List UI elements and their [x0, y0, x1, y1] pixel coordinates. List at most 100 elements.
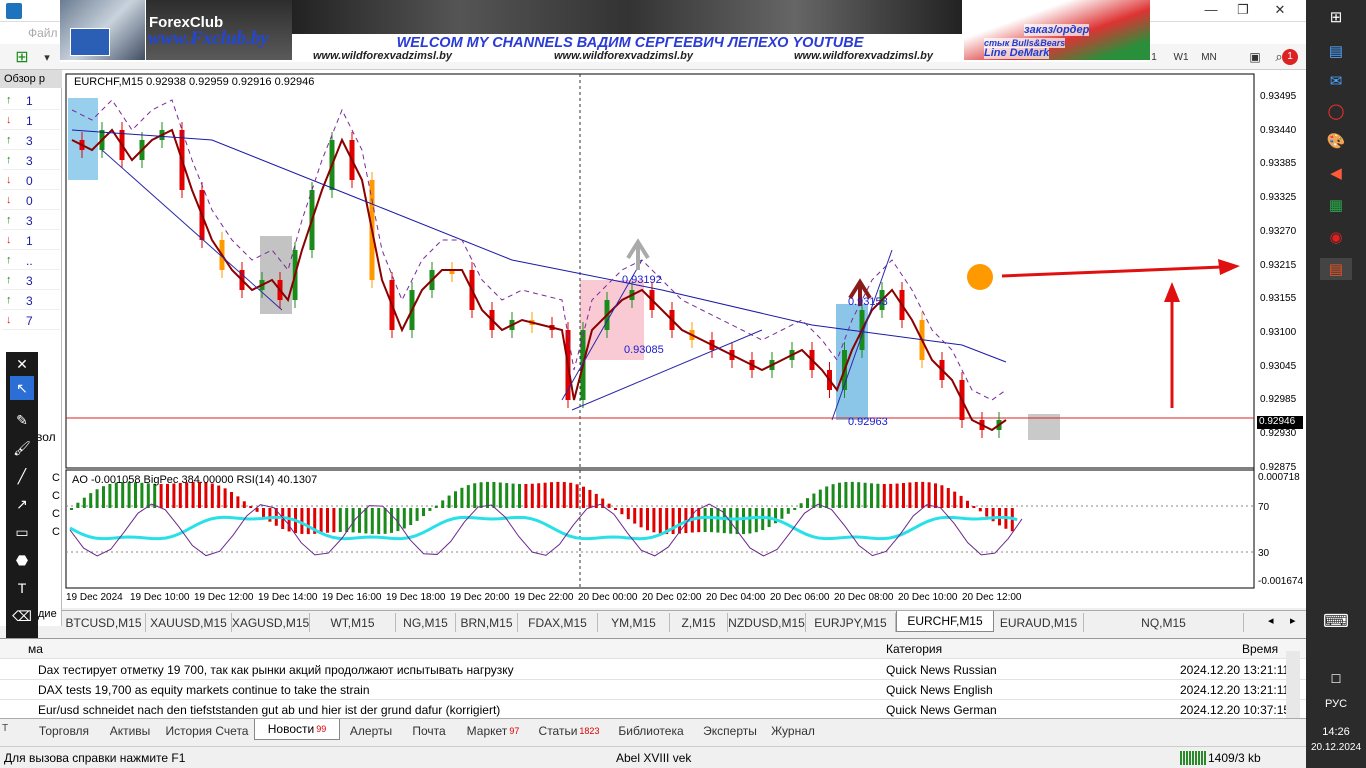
pencil-icon[interactable]: ✎ — [10, 408, 34, 432]
chart-window[interactable]: EURCHF,M15 0.92938 0.92959 0.92916 0.929… — [62, 70, 1306, 608]
tabs-scroll-left-icon[interactable]: ◂ — [1268, 614, 1274, 627]
market-watch-row[interactable]: ↑ 3 — [2, 272, 60, 290]
symbol-tab[interactable]: EURJPY,M15 — [806, 613, 896, 632]
ray-icon[interactable]: ↗ — [10, 492, 34, 516]
news-header-category[interactable]: Категория — [886, 642, 942, 656]
line-icon[interactable]: ╱ — [10, 464, 34, 488]
status-traffic: 1409/3 kb — [1208, 751, 1261, 765]
symbol-tab[interactable]: XAGUSD,M15 — [232, 613, 310, 632]
outlook-icon[interactable]: ✉ — [1320, 70, 1352, 92]
restore-button[interactable]: ❐ — [1228, 2, 1258, 20]
banner-order3: Line DeMark — [984, 47, 1050, 59]
direction-icon: ↑ — [6, 294, 12, 306]
news-row[interactable]: Dax тестирует отметку 19 700, так как ры… — [0, 660, 1306, 680]
news-row[interactable]: Eur/usd schneidet nach den tiefststanden… — [0, 700, 1306, 720]
symbol-tab[interactable]: Z,M15 — [670, 613, 728, 632]
market-watch-row[interactable]: ↑ 1 — [2, 92, 60, 110]
close-panel-icon[interactable]: ✕ — [10, 352, 34, 376]
language-indicator[interactable]: РУС — [1320, 698, 1352, 710]
terminal-tab-label: Торговля — [38, 723, 90, 738]
market-watch-value: 7 — [26, 314, 33, 328]
time-axis-label: 20 Dec 00:00 — [578, 592, 638, 603]
symbol-tab[interactable]: EURAUD,M15 — [994, 613, 1084, 632]
news-time: 2024.12.20 13:21:11 — [1180, 683, 1290, 697]
paint-icon[interactable]: 🎨 — [1320, 130, 1352, 152]
notification-badge[interactable]: 1 — [1282, 49, 1298, 65]
terminal-tab[interactable]: Эксперты — [694, 721, 766, 740]
news-header-time[interactable]: Время — [1242, 642, 1278, 656]
network-icon[interactable]: ☐ — [1320, 668, 1352, 690]
terminal-tab[interactable]: Статьи 1823 — [530, 721, 608, 740]
market-watch-row[interactable]: ↓ 0 — [2, 192, 60, 210]
speaker-app-icon[interactable]: ◀ — [1320, 162, 1352, 184]
file-explorer-icon[interactable]: ▤ — [1320, 40, 1352, 62]
cursor-icon[interactable]: ↖ — [10, 376, 34, 400]
ao-bar — [460, 487, 464, 508]
timeframe-w1[interactable]: W1 — [1168, 47, 1194, 67]
tabs-scroll-right-icon[interactable]: ▸ — [1290, 614, 1296, 627]
timeframe-mn[interactable]: MN — [1196, 47, 1222, 67]
symbol-tab[interactable]: BRN,M15 — [456, 613, 518, 632]
terminal-tab[interactable]: Журнал — [766, 721, 820, 740]
new-chart-icon[interactable]: ⊞ — [8, 47, 36, 67]
record-icon[interactable]: ◉ — [1320, 226, 1352, 248]
symbol-tab[interactable]: NG,M15 — [396, 613, 456, 632]
brush-icon[interactable]: 🖌 — [10, 436, 34, 460]
text-icon[interactable]: T — [10, 576, 34, 600]
symbol-tab[interactable]: YM,M15 — [598, 613, 670, 632]
terminal-tab[interactable]: Торговля — [28, 721, 100, 740]
new-chart-dropdown-icon[interactable]: ▾ — [38, 47, 56, 67]
ao-bar — [409, 508, 413, 526]
symbol-tab[interactable]: EURCHF,M15 — [896, 611, 994, 632]
ao-bar — [863, 482, 867, 508]
terminal-tab[interactable]: История Счета — [160, 721, 254, 740]
clock-date[interactable]: 20.12.2024 — [1306, 742, 1366, 753]
banner-site-2: www.wildforexvadzimsl.by — [554, 50, 693, 62]
clock-time[interactable]: 14:26 — [1306, 726, 1366, 738]
community-icon[interactable]: ▣ — [1244, 47, 1266, 67]
news-row[interactable]: DAX tests 19,700 as equity markets conti… — [0, 680, 1306, 700]
ao-bar — [607, 503, 611, 508]
symbol-tab[interactable]: NZDUSD,M15 — [728, 613, 806, 632]
terminal-tab[interactable]: Алерты — [340, 721, 402, 740]
symbol-tab[interactable]: WT,M15 — [310, 613, 396, 632]
keyboard-icon[interactable]: ⌨ — [1320, 610, 1352, 632]
navigator-tab-label[interactable]: дие — [38, 608, 57, 620]
price-chart[interactable] — [62, 70, 1306, 608]
market-watch-row[interactable]: ↑ 3 — [2, 292, 60, 310]
terminal-tab-label: Алерты — [349, 723, 393, 738]
market-watch-row[interactable]: ↓ 1 — [2, 232, 60, 250]
close-button[interactable]: ✕ — [1262, 2, 1298, 20]
ao-bar — [454, 491, 457, 508]
market-watch-row[interactable]: ↓ 1 — [2, 112, 60, 130]
symbol-tab[interactable]: XAUUSD,M15 — [146, 613, 232, 632]
terminal-tab[interactable]: Почта — [402, 721, 456, 740]
terminal-tab[interactable]: Маркет 97 — [456, 721, 530, 740]
trading-app-icon[interactable]: ▤ — [1320, 258, 1352, 280]
minimize-button[interactable]: — — [1196, 2, 1226, 20]
terminal-tab[interactable]: Активы — [100, 721, 160, 740]
market-watch-row[interactable]: ↓ 7 — [2, 312, 60, 330]
symbol-tab[interactable]: NQ,M15 — [1084, 613, 1244, 632]
terminal-tab[interactable]: Новости 99 — [254, 719, 340, 740]
market-watch-row[interactable]: ↑ 3 — [2, 152, 60, 170]
calculator-icon[interactable]: ▦ — [1320, 194, 1352, 216]
market-watch-row[interactable]: ↑.. — [2, 252, 60, 270]
shapes-icon[interactable]: ⬣ — [10, 548, 34, 572]
menu-file[interactable]: Файл — [28, 26, 58, 40]
market-watch-row[interactable]: ↓ 0 — [2, 172, 60, 190]
terminal-tab[interactable]: Библиотека — [608, 721, 694, 740]
rectangle-icon[interactable]: ▭ — [10, 520, 34, 544]
news-panel: ма Категория Время Dax тестирует отметку… — [0, 638, 1306, 721]
ao-bar — [882, 483, 886, 508]
windows-start-icon[interactable]: ⊞ — [1320, 6, 1352, 28]
market-watch-row[interactable]: ↑ 3 — [2, 132, 60, 150]
banner-site-1: www.wildforexvadzimsl.by — [313, 50, 452, 62]
news-scrollbar[interactable] — [1286, 651, 1300, 721]
banner-site-3: www.wildforexvadzimsl.by — [794, 50, 933, 62]
opera-icon[interactable]: ◯ — [1320, 100, 1352, 122]
symbol-tab[interactable]: FDAX,M15 — [518, 613, 598, 632]
eraser-icon[interactable]: ⌫ — [10, 604, 34, 628]
symbol-tab[interactable]: BTCUSD,M15 — [62, 613, 146, 632]
market-watch-row[interactable]: ↑ 3 — [2, 212, 60, 230]
